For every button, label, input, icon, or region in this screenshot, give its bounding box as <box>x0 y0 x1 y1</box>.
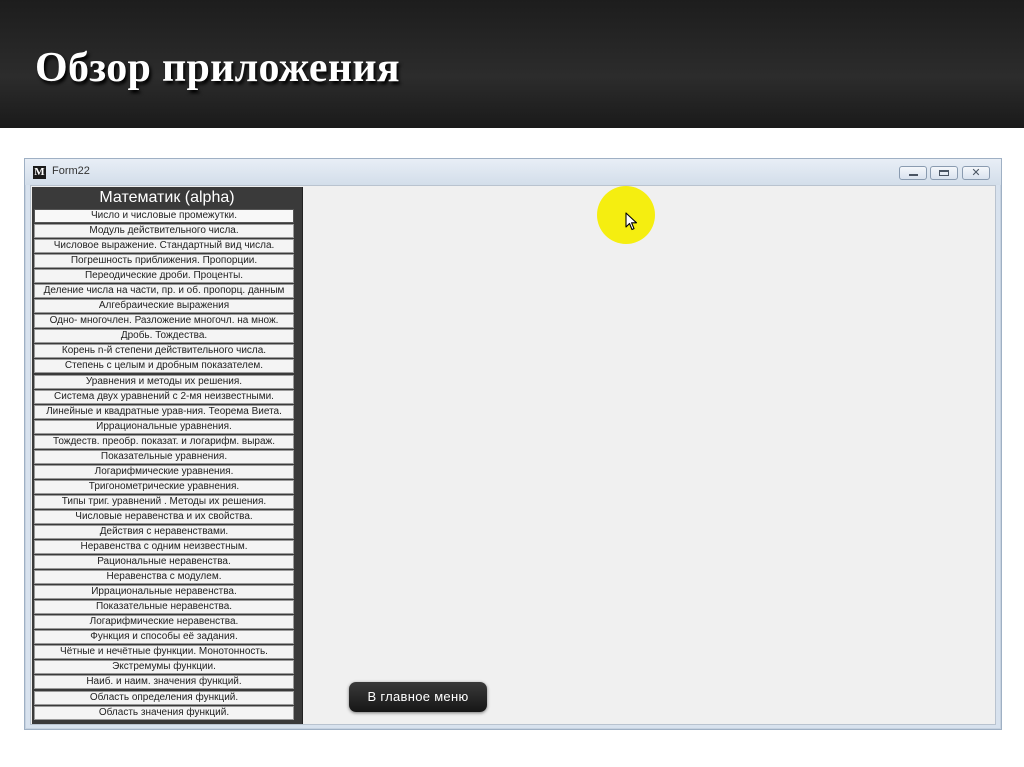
topic-menu-item[interactable]: Рациональные неравенства. <box>34 555 294 570</box>
topic-menu-item[interactable]: Число и числовые промежутки. <box>34 209 294 223</box>
topic-menu-item[interactable]: Погрешность приближения. Пропорции. <box>34 254 294 269</box>
window-titlebar[interactable]: M Form22 ✕ <box>25 159 1001 185</box>
topic-menu-item[interactable]: Модуль действительного числа. <box>34 224 294 239</box>
topic-menu-item[interactable]: Алгебраические выражения <box>34 299 294 314</box>
topic-menu-panel: Математик (alpha) Число и числовые проме… <box>32 187 303 724</box>
close-icon: ✕ <box>971 167 981 179</box>
topic-menu-item[interactable]: Действия с неравенствами. <box>34 524 294 539</box>
topic-menu-item[interactable]: Степень с целым и дробным показателем. <box>34 359 294 374</box>
topic-menu-item[interactable]: Область значения функций. <box>34 705 294 720</box>
topic-menu-item[interactable]: Неравенства с одним неизвестным. <box>34 540 294 555</box>
topic-menu-item[interactable]: Экстремумы функции. <box>34 660 294 675</box>
topic-menu-item[interactable]: Тригонометрические уравнения. <box>34 479 294 494</box>
topic-menu-item[interactable]: Логарифмические неравенства. <box>34 615 294 630</box>
maximize-icon <box>939 170 949 176</box>
menu-header: Математик (alpha) <box>99 189 235 206</box>
window-client-area: Математик (alpha) Число и числовые проме… <box>30 185 996 725</box>
minimize-icon <box>909 174 918 176</box>
app-icon: M <box>33 166 46 179</box>
mouse-cursor-icon <box>625 212 638 231</box>
topic-menu-item[interactable]: Область определения функций. <box>34 690 294 705</box>
topic-menu-item[interactable]: Иррациональные уравнения. <box>34 419 294 434</box>
slide-title: Обзор приложения <box>35 45 400 91</box>
minimize-button[interactable] <box>899 166 927 180</box>
topic-menu-item[interactable]: Тождеств. преобр. показат. и логарифм. в… <box>34 434 294 449</box>
topic-menu-item[interactable]: Показательные уравнения. <box>34 449 294 464</box>
slide-header: Обзор приложения <box>0 0 1024 128</box>
topic-menu-item[interactable]: Логарифмические уравнения. <box>34 464 294 479</box>
topic-menu-item[interactable]: Корень n-й степени действительного числа… <box>34 344 294 359</box>
topic-menu-item[interactable]: Система двух уравнений с 2-мя неизвестны… <box>34 389 294 404</box>
topic-list: Число и числовые промежутки. Модуль дейст… <box>34 209 294 721</box>
topic-menu-item[interactable]: Типы триг. уравнений . Методы их решения… <box>34 494 294 509</box>
main-menu-button[interactable]: В главное меню <box>349 682 487 712</box>
topic-menu-item[interactable]: Дробь. Тождества. <box>34 329 294 344</box>
topic-menu-item[interactable]: Переодические дроби. Проценты. <box>34 269 294 284</box>
topic-menu-item[interactable]: Одно- многочлен. Разложение многочл. на … <box>34 314 294 329</box>
topic-menu-item[interactable]: Показательные неравенства. <box>34 600 294 615</box>
app-window: M Form22 ✕ Математик (alpha) Число и чис… <box>24 158 1002 730</box>
topic-menu-item[interactable]: Числовое выражение. Стандартный вид числ… <box>34 239 294 254</box>
close-button[interactable]: ✕ <box>962 166 990 180</box>
topic-menu-item[interactable]: Числовые неравенства и их свойства. <box>34 509 294 524</box>
topic-menu-item[interactable]: Иррациональные неравенства. <box>34 585 294 600</box>
topic-menu-item[interactable]: Линейные и квадратные урав-ния. Теорема … <box>34 404 294 419</box>
topic-menu-item[interactable]: Чётные и нечётные функции. Монотонность. <box>34 645 294 660</box>
topic-menu-item[interactable]: Уравнения и методы их решения. <box>34 374 294 389</box>
topic-menu-item[interactable]: Наиб. и наим. значения функций. <box>34 675 294 690</box>
window-title: Form22 <box>52 165 90 177</box>
topic-menu-item[interactable]: Функция и способы её задания. <box>34 630 294 645</box>
topic-menu-item[interactable]: Деление числа на части, пр. и об. пропор… <box>34 284 294 299</box>
topic-menu-item[interactable]: Неравенства с модулем. <box>34 570 294 585</box>
maximize-button[interactable] <box>930 166 958 180</box>
